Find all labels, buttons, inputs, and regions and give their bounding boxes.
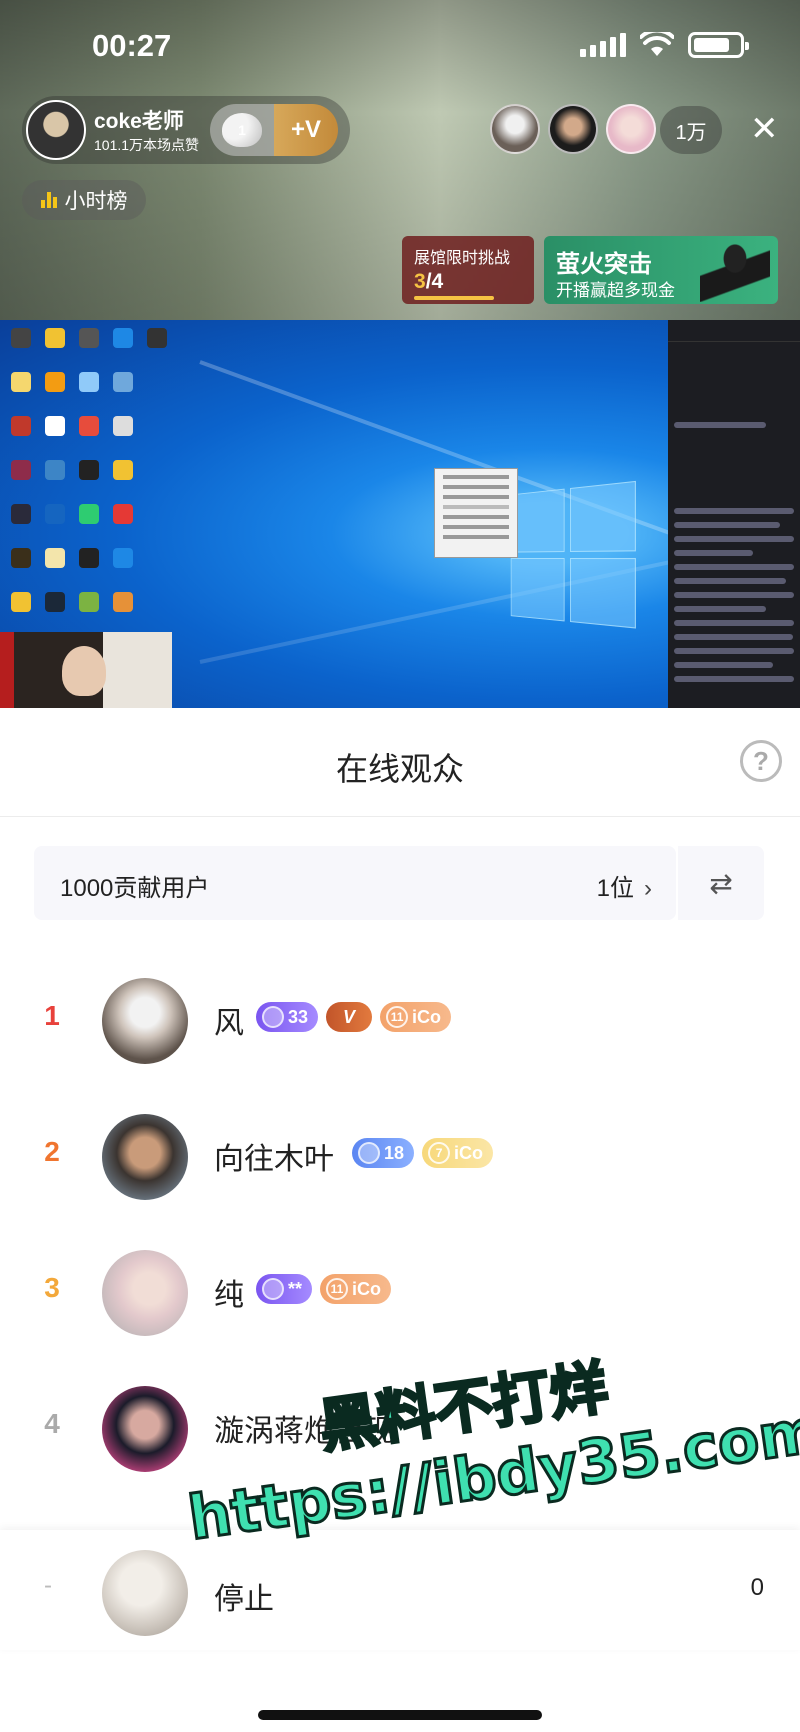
avatar[interactable] [102,1386,188,1472]
challenge-banner[interactable]: 展馆限时挑战 3/4 [402,236,534,304]
user-badges: 33 V 11 iCo [256,1002,452,1032]
webcam-overlay [0,632,172,708]
screen-share[interactable] [0,320,800,708]
viewer-avatar[interactable] [490,104,540,154]
level-badge: 33 [256,1002,319,1032]
rank-number: 4 [44,1408,60,1439]
hour-rank-label: 小时榜 [64,190,128,213]
contribution-score: 0 [750,1574,764,1601]
context-menu [434,468,518,558]
close-icon[interactable]: ✕ [750,112,779,146]
list-item[interactable]: 2 向往木叶 18 7 iCo [0,1106,800,1206]
fan-badge: 7 iCo [422,1138,494,1168]
host-name: coke老师 [94,110,184,133]
promo-banner[interactable]: 萤火突击 开播赢超多现金 [544,236,778,304]
user-name: 向往木叶 [214,1143,334,1176]
promo-subtitle: 开播赢超多现金 [556,281,675,300]
status-time: 00:27 [92,28,172,63]
coin-icon: 11 [386,1006,409,1028]
user-badges: 18 7 iCo [352,1138,494,1168]
user-name: 风 [214,1007,244,1040]
help-icon[interactable]: ? [740,740,782,782]
list-item[interactable]: 1 风 33 V 11 iCo [0,970,800,1070]
viewer-avatar[interactable] [548,104,598,154]
host-avatar[interactable] [26,100,86,160]
coin-icon: 11 [326,1278,349,1300]
hour-rank-button[interactable]: 小时榜 [22,180,146,220]
my-audience-row[interactable]: - 停止 0 [0,1530,800,1650]
host-info[interactable]: coke老师 101.1万本场点赞 1 +V [22,96,350,164]
desktop-icons [6,324,172,630]
sheet-title: 在线观众 [335,751,464,787]
status-icons [580,32,749,58]
rank-number: 2 [44,1136,60,1167]
avatar[interactable] [102,1114,188,1200]
contributors-label: 1000贡献用户 [60,875,210,902]
follow-button[interactable]: +V [274,104,338,156]
divider [0,816,800,817]
coin-icon: 7 [428,1142,451,1164]
vip-badge: V [326,1002,373,1032]
contributors-count: 1位 › [596,875,652,902]
level-badge: ** [256,1274,313,1304]
challenge-progress-bar [414,296,494,300]
chevron-right-icon: › [644,875,652,902]
avatar[interactable] [102,1550,188,1636]
gem-icon [358,1142,380,1164]
stream-header: 00:27 coke老师 101.1万本场点赞 1 +V 1万 ✕ 小时榜 展馆… [0,0,800,320]
rank-number: - [44,1572,52,1599]
gem-icon [262,1278,284,1300]
gem-icon [262,1006,284,1028]
heart-icon: 1 [222,113,262,147]
challenge-progress: 3/4 [414,270,444,293]
host-likes: 101.1万本场点赞 [94,137,200,153]
promo-title: 萤火突击 [556,251,652,278]
viewer-avatar[interactable] [606,104,656,154]
fan-badge: 11 iCo [380,1002,452,1032]
rank-number: 1 [44,1000,60,1031]
avatar[interactable] [102,978,188,1064]
cellular-signal-icon [580,33,626,57]
challenge-title: 展馆限时挑战 [414,250,511,267]
stream-chat-panel [668,320,800,708]
home-indicator[interactable] [258,1710,542,1720]
swap-icon[interactable]: ⇄ [678,846,764,920]
chart-bars-icon [40,192,57,208]
level-badge: 18 [352,1138,415,1168]
list-item[interactable]: 3 纯 ** 11 iCo [0,1242,800,1342]
avatar[interactable] [102,1250,188,1336]
viewer-count[interactable]: 1万 [660,106,722,154]
user-name: 纯 [214,1279,244,1312]
top-viewers[interactable] [490,104,656,154]
fan-badge: 11 iCo [320,1274,392,1304]
user-badges: ** 11 iCo [256,1274,392,1304]
windows-logo [510,480,643,636]
fan-club-button[interactable]: 1 [210,104,274,156]
rank-number: 3 [44,1272,60,1303]
promo-character-image [700,240,770,302]
user-name: 停止 [214,1583,274,1616]
wifi-icon [640,32,674,56]
battery-icon [688,32,749,58]
contributors-entry[interactable]: 1000贡献用户 1位 › [34,846,676,920]
